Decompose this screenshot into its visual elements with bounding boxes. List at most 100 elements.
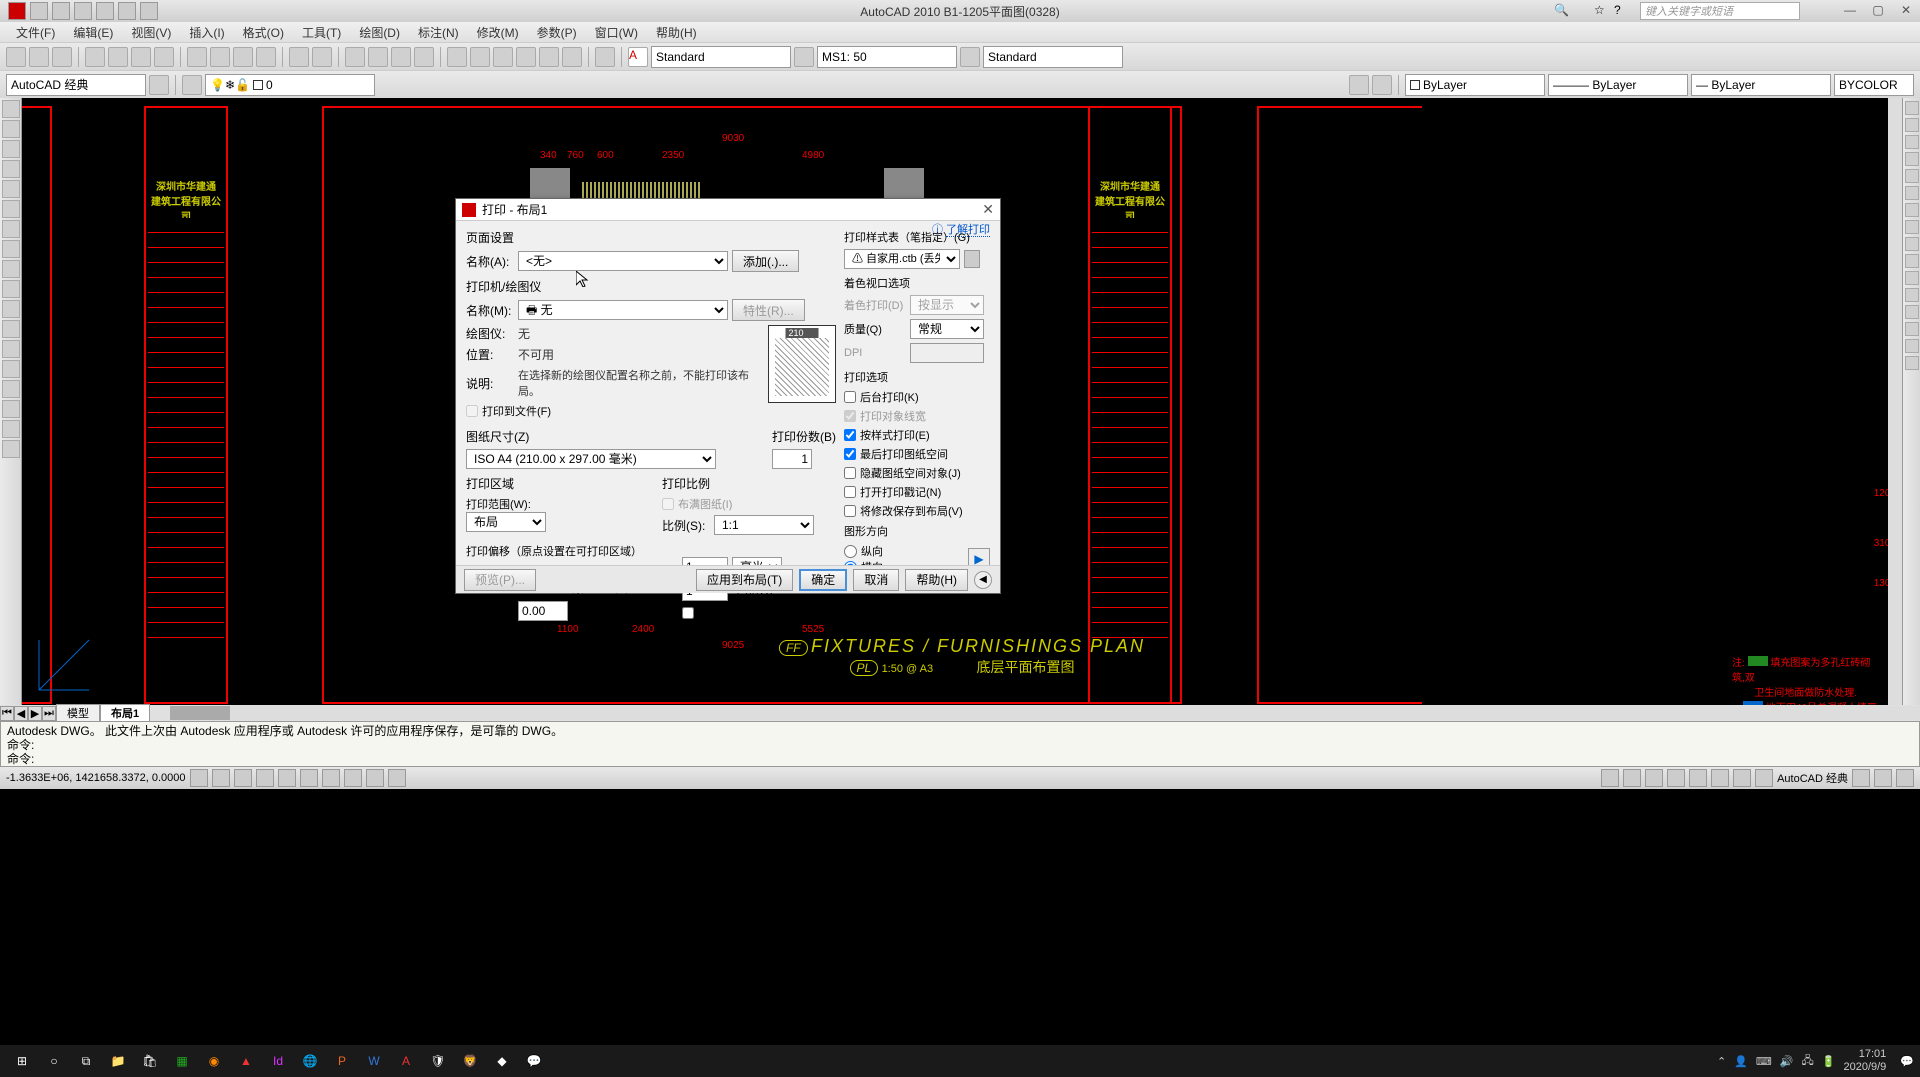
- cortana-icon[interactable]: ○: [38, 1047, 70, 1075]
- gear-icon[interactable]: [1852, 769, 1870, 787]
- array-icon[interactable]: [1905, 169, 1919, 183]
- help-button[interactable]: 帮助(H): [905, 569, 968, 591]
- preview-icon[interactable]: [108, 47, 128, 67]
- xline-icon[interactable]: [2, 120, 20, 138]
- scale-select[interactable]: 1:1: [714, 515, 814, 535]
- polygon-icon[interactable]: [2, 160, 20, 178]
- redo-icon[interactable]: [312, 47, 332, 67]
- paste-icon[interactable]: [233, 47, 253, 67]
- ellipse-icon[interactable]: [2, 280, 20, 298]
- tab-model[interactable]: 模型: [56, 704, 100, 722]
- tray-network-icon[interactable]: 🖧: [1802, 1052, 1814, 1071]
- opt-paperspace-check[interactable]: [844, 448, 856, 460]
- tray-ime-icon[interactable]: ⌨: [1756, 1055, 1772, 1068]
- menu-file[interactable]: 文件(F): [8, 22, 63, 43]
- move-icon[interactable]: [1905, 186, 1919, 200]
- publish-icon[interactable]: [131, 47, 151, 67]
- designcenter-icon[interactable]: [470, 47, 490, 67]
- ortho-icon[interactable]: [234, 769, 252, 787]
- quickcalc-icon[interactable]: [562, 47, 582, 67]
- offset-icon[interactable]: [1905, 152, 1919, 166]
- grid-icon[interactable]: [212, 769, 230, 787]
- dimstyle-icon[interactable]: [794, 47, 814, 67]
- annoscale-icon[interactable]: [1755, 769, 1773, 787]
- menu-tools[interactable]: 工具(T): [294, 22, 349, 43]
- workspace-status[interactable]: AutoCAD 经典: [1777, 770, 1848, 786]
- toolpalette-icon[interactable]: [493, 47, 513, 67]
- autocad-task-icon[interactable]: A: [390, 1047, 422, 1075]
- tray-chevron-icon[interactable]: ⌃: [1717, 1055, 1726, 1068]
- tray-notifications-icon[interactable]: 💬: [1900, 1055, 1914, 1068]
- opt-styles-check[interactable]: [844, 429, 856, 441]
- chamfer-icon[interactable]: [1905, 322, 1919, 336]
- circle-icon[interactable]: [2, 220, 20, 238]
- quality-select[interactable]: 常规: [910, 319, 984, 339]
- cleanscreen-icon[interactable]: [1896, 769, 1914, 787]
- qat-save-icon[interactable]: [74, 2, 92, 20]
- layeriso-icon[interactable]: [1372, 75, 1392, 95]
- expand-button[interactable]: ◀: [974, 571, 992, 589]
- tab-layout1[interactable]: 布局1: [100, 704, 150, 722]
- print-icon[interactable]: [85, 47, 105, 67]
- qp-icon[interactable]: [388, 769, 406, 787]
- extend-icon[interactable]: [1905, 271, 1919, 285]
- layout-hscroll[interactable]: [170, 706, 1920, 720]
- ok-button[interactable]: 确定: [799, 569, 847, 591]
- pagesetup-name-select[interactable]: <无>: [518, 251, 728, 271]
- arc-icon[interactable]: [2, 200, 20, 218]
- scale-lineweights-check[interactable]: [682, 607, 694, 619]
- textstyle-icon[interactable]: A: [628, 47, 648, 67]
- cancel-button[interactable]: 取消: [853, 569, 899, 591]
- point-icon[interactable]: [2, 340, 20, 358]
- copy2-icon[interactable]: [1905, 118, 1919, 132]
- scale-icon[interactable]: [1905, 220, 1919, 234]
- undo-icon[interactable]: [289, 47, 309, 67]
- cut-icon[interactable]: [187, 47, 207, 67]
- dyn-icon[interactable]: [344, 769, 362, 787]
- binoculars-icon[interactable]: 🔍: [1554, 3, 1570, 19]
- menu-help[interactable]: 帮助(H): [648, 22, 705, 43]
- qat-new-icon[interactable]: [30, 2, 48, 20]
- close-button[interactable]: ✕: [1892, 1, 1920, 21]
- layer-manager-icon[interactable]: [182, 75, 202, 95]
- qat-redo-icon[interactable]: [118, 2, 136, 20]
- tray-battery-icon[interactable]: 🔋: [1822, 1055, 1836, 1068]
- tray-people-icon[interactable]: 👤: [1734, 1055, 1748, 1068]
- markup-icon[interactable]: [539, 47, 559, 67]
- security-icon[interactable]: 🛡: [422, 1047, 454, 1075]
- tablestyle-icon[interactable]: [960, 47, 980, 67]
- fillet-icon[interactable]: [1905, 339, 1919, 353]
- dialog-close-button[interactable]: ✕: [982, 201, 994, 218]
- dimstyle-combo[interactable]: MS1: 50: [817, 46, 957, 68]
- zoom-icon[interactable]: [1689, 769, 1707, 787]
- store-icon[interactable]: 🛍: [134, 1047, 166, 1075]
- styletable-select[interactable]: ⚠ 自家用.ctb (丢失): [844, 249, 960, 269]
- copies-input[interactable]: [772, 449, 812, 469]
- brave-icon[interactable]: 🦁: [454, 1047, 486, 1075]
- qat-open-icon[interactable]: [52, 2, 70, 20]
- minimize-button[interactable]: —: [1836, 1, 1864, 21]
- textstyle-combo[interactable]: Standard: [651, 46, 791, 68]
- menu-format[interactable]: 格式(O): [235, 22, 292, 43]
- rotate-icon[interactable]: [1905, 203, 1919, 217]
- printer-name-select[interactable]: 🖶 无: [518, 300, 728, 320]
- pan2-icon[interactable]: [1667, 769, 1685, 787]
- stretch-icon[interactable]: [1905, 237, 1919, 251]
- menu-view[interactable]: 视图(V): [123, 22, 179, 43]
- explorer-icon[interactable]: 📁: [102, 1047, 134, 1075]
- mirror-icon[interactable]: [1905, 135, 1919, 149]
- wechat-icon[interactable]: 💬: [518, 1047, 550, 1075]
- trim-icon[interactable]: [1905, 254, 1919, 268]
- tablestyle-combo[interactable]: Standard: [983, 46, 1123, 68]
- rectangle-icon[interactable]: [2, 180, 20, 198]
- zoom-realtime-icon[interactable]: [368, 47, 388, 67]
- plotwhat-select[interactable]: 布局: [466, 512, 546, 532]
- help-icon[interactable]: ?: [1614, 3, 1630, 19]
- tab-last-icon[interactable]: ⏭: [42, 706, 56, 721]
- polyline-icon[interactable]: [2, 140, 20, 158]
- line-icon[interactable]: [2, 100, 20, 118]
- lineweight-combo[interactable]: — ByLayer: [1691, 74, 1831, 96]
- y-input[interactable]: [518, 601, 568, 621]
- new-icon[interactable]: [6, 47, 26, 67]
- zoom-previous-icon[interactable]: [414, 47, 434, 67]
